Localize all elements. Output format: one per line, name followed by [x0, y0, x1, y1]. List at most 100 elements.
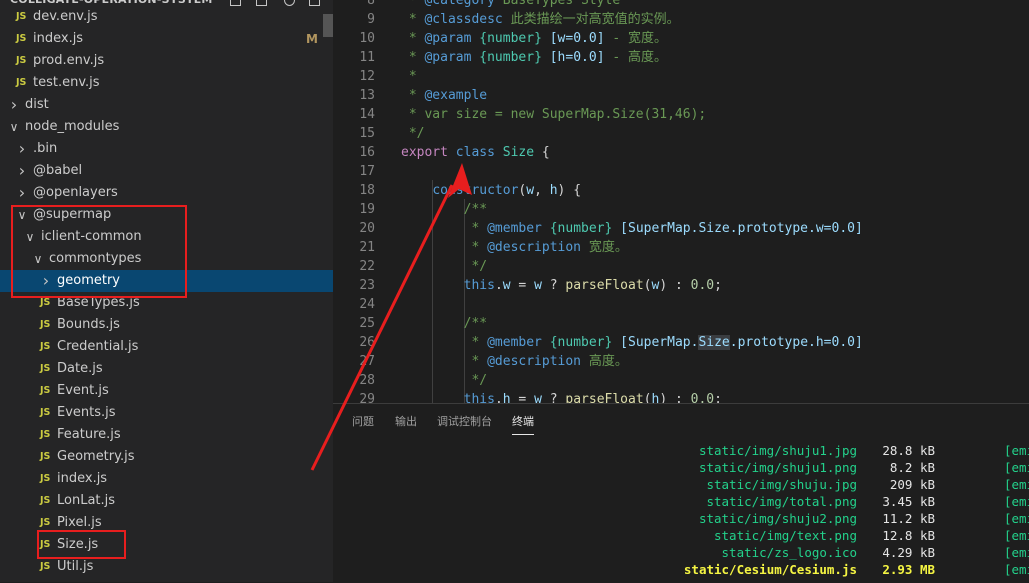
code-text: constructor(w, h) {: [401, 181, 581, 200]
code-token: /**: [401, 202, 488, 217]
code-line[interactable]: 9 * @classdesc 此类描绘一对高宽值的实例。: [333, 10, 1029, 29]
code-line[interactable]: 24: [333, 295, 1029, 314]
code-token: .: [494, 278, 503, 293]
js-file-icon: JS: [16, 11, 27, 22]
code-line[interactable]: 8 * @category BaseTypes Style: [333, 0, 1029, 10]
chevron-right-icon[interactable]: ›: [17, 182, 27, 204]
code-line[interactable]: 15 */: [333, 124, 1029, 143]
tree-file[interactable]: JS LonLat.js: [0, 490, 333, 512]
chevron-right-icon[interactable]: ›: [17, 138, 27, 160]
panel-tab[interactable]: 调试控制台: [437, 414, 492, 434]
asset-path: static/Cesium/Cesium.js: [683, 562, 857, 577]
tree-folder[interactable]: › dist: [0, 94, 333, 116]
code-token: *: [401, 69, 417, 84]
js-file-icon: JS: [40, 385, 51, 396]
sidebar-scrollbar[interactable]: [323, 14, 333, 37]
code-token: - 高度。: [604, 50, 668, 65]
chevron-right-icon[interactable]: ›: [9, 94, 19, 116]
code-line[interactable]: 26 * @member {number} [SuperMap.Size.pro…: [333, 333, 1029, 352]
code-token: export: [401, 145, 448, 160]
code-token: *: [401, 240, 488, 255]
tree-item-label: Geometry.js: [57, 449, 135, 464]
code-token: @classdesc: [424, 12, 503, 27]
tree-file[interactable]: JS Date.js: [0, 358, 333, 380]
tree-folder[interactable]: ∨ node_modules: [0, 116, 333, 138]
tree-file[interactable]: JS Bounds.js: [0, 314, 333, 336]
tree-folder[interactable]: › .bin: [0, 138, 333, 160]
tree-item-label: prod.env.js: [33, 53, 105, 68]
code-editor[interactable]: 8 * @category BaseTypes Style 9 * @classd…: [333, 0, 1029, 403]
code-token: * var size = new SuperMap.Size(31,46);: [401, 107, 707, 122]
code-line[interactable]: 13 * @example: [333, 86, 1029, 105]
code-line[interactable]: 28 */: [333, 371, 1029, 390]
code-line[interactable]: 23 this.w = w ? parseFloat(w) : 0.0;: [333, 276, 1029, 295]
code-line[interactable]: 27 * @description 高度。: [333, 352, 1029, 371]
tree-file[interactable]: JS Util.js: [0, 556, 333, 578]
code-token: (: [643, 278, 652, 293]
code-token: *: [401, 31, 425, 46]
panel-tab[interactable]: 终端: [512, 414, 534, 435]
code-line[interactable]: 29 this.h = w ? parseFloat(h) : 0.0;: [333, 390, 1029, 403]
asset-path: static/img/total.png: [706, 494, 857, 509]
code-line[interactable]: 17: [333, 162, 1029, 181]
js-file-icon: JS: [40, 429, 51, 440]
code-token: ;: [714, 392, 722, 403]
tree-file[interactable]: JS Event.js: [0, 380, 333, 402]
chevron-right-icon[interactable]: ›: [17, 160, 27, 182]
code-line[interactable]: 16 export class Size {: [333, 143, 1029, 162]
code-text: * @param {number} [h=0.0] - 高度。: [401, 48, 667, 67]
code-token: *: [401, 354, 488, 369]
code-line[interactable]: 18 constructor(w, h) {: [333, 181, 1029, 200]
code-line[interactable]: 12 *: [333, 67, 1029, 86]
panel-tab[interactable]: 输出: [395, 414, 417, 434]
code-text: * @example: [401, 86, 487, 105]
chevron-down-icon[interactable]: ∨: [9, 116, 19, 138]
code-token: .: [494, 392, 503, 403]
code-text: * @param {number} [w=0.0] - 宽度。: [401, 29, 667, 48]
tree-item-label: dev.env.js: [33, 9, 98, 24]
code-token: ) :: [659, 278, 691, 293]
tree-file[interactable]: JS Geometry.js: [0, 446, 333, 468]
tree-file[interactable]: JS Feature.js: [0, 424, 333, 446]
tree-file[interactable]: JS Credential.js: [0, 336, 333, 358]
tree-file[interactable]: JS index.js M: [0, 28, 333, 50]
code-line[interactable]: 22 */: [333, 257, 1029, 276]
asset-size: 12.8 kB: [882, 528, 935, 543]
code-token: @member: [487, 221, 542, 236]
tree-file[interactable]: JS test.env.js: [0, 72, 333, 94]
code-line[interactable]: 10 * @param {number} [w=0.0] - 宽度。: [333, 29, 1029, 48]
tree-folder[interactable]: › @babel: [0, 160, 333, 182]
emitted-tag: [emi: [1004, 545, 1029, 560]
code-token: [w=0.0]: [549, 31, 605, 46]
code-line[interactable]: 20 * @member {number} [SuperMap.Size.pro…: [333, 219, 1029, 238]
code-line[interactable]: 19 /**: [333, 200, 1029, 219]
code-token: class: [455, 145, 495, 160]
emitted-tag: [emi: [1004, 494, 1029, 509]
tree-folder[interactable]: › @openlayers: [0, 182, 333, 204]
code-token: w: [534, 278, 542, 293]
code-token: @description: [487, 354, 582, 369]
tree-file[interactable]: JS dev.env.js: [0, 6, 333, 28]
tree-file[interactable]: JS Events.js: [0, 402, 333, 424]
line-number: 19: [359, 202, 375, 217]
code-line[interactable]: 11 * @param {number} [h=0.0] - 高度。: [333, 48, 1029, 67]
asset-size: 8.2 kB: [889, 460, 935, 475]
code-token: ) {: [557, 183, 582, 198]
code-line[interactable]: 14 * var size = new SuperMap.Size(31,46)…: [333, 105, 1029, 124]
line-number: 15: [359, 126, 375, 141]
tree-file[interactable]: JS index.js: [0, 468, 333, 490]
code-line[interactable]: 21 * @description 宽度。: [333, 238, 1029, 257]
line-number: 8: [367, 0, 375, 8]
js-file-icon: JS: [40, 407, 51, 418]
code-line[interactable]: 25 /**: [333, 314, 1029, 333]
code-token: {number}: [479, 31, 542, 46]
tree-item-label: index.js: [33, 31, 84, 46]
panel-tab[interactable]: 问题: [352, 414, 374, 434]
code-text: * @category BaseTypes Style: [401, 0, 620, 10]
tree-file[interactable]: JS prod.env.js: [0, 50, 333, 72]
